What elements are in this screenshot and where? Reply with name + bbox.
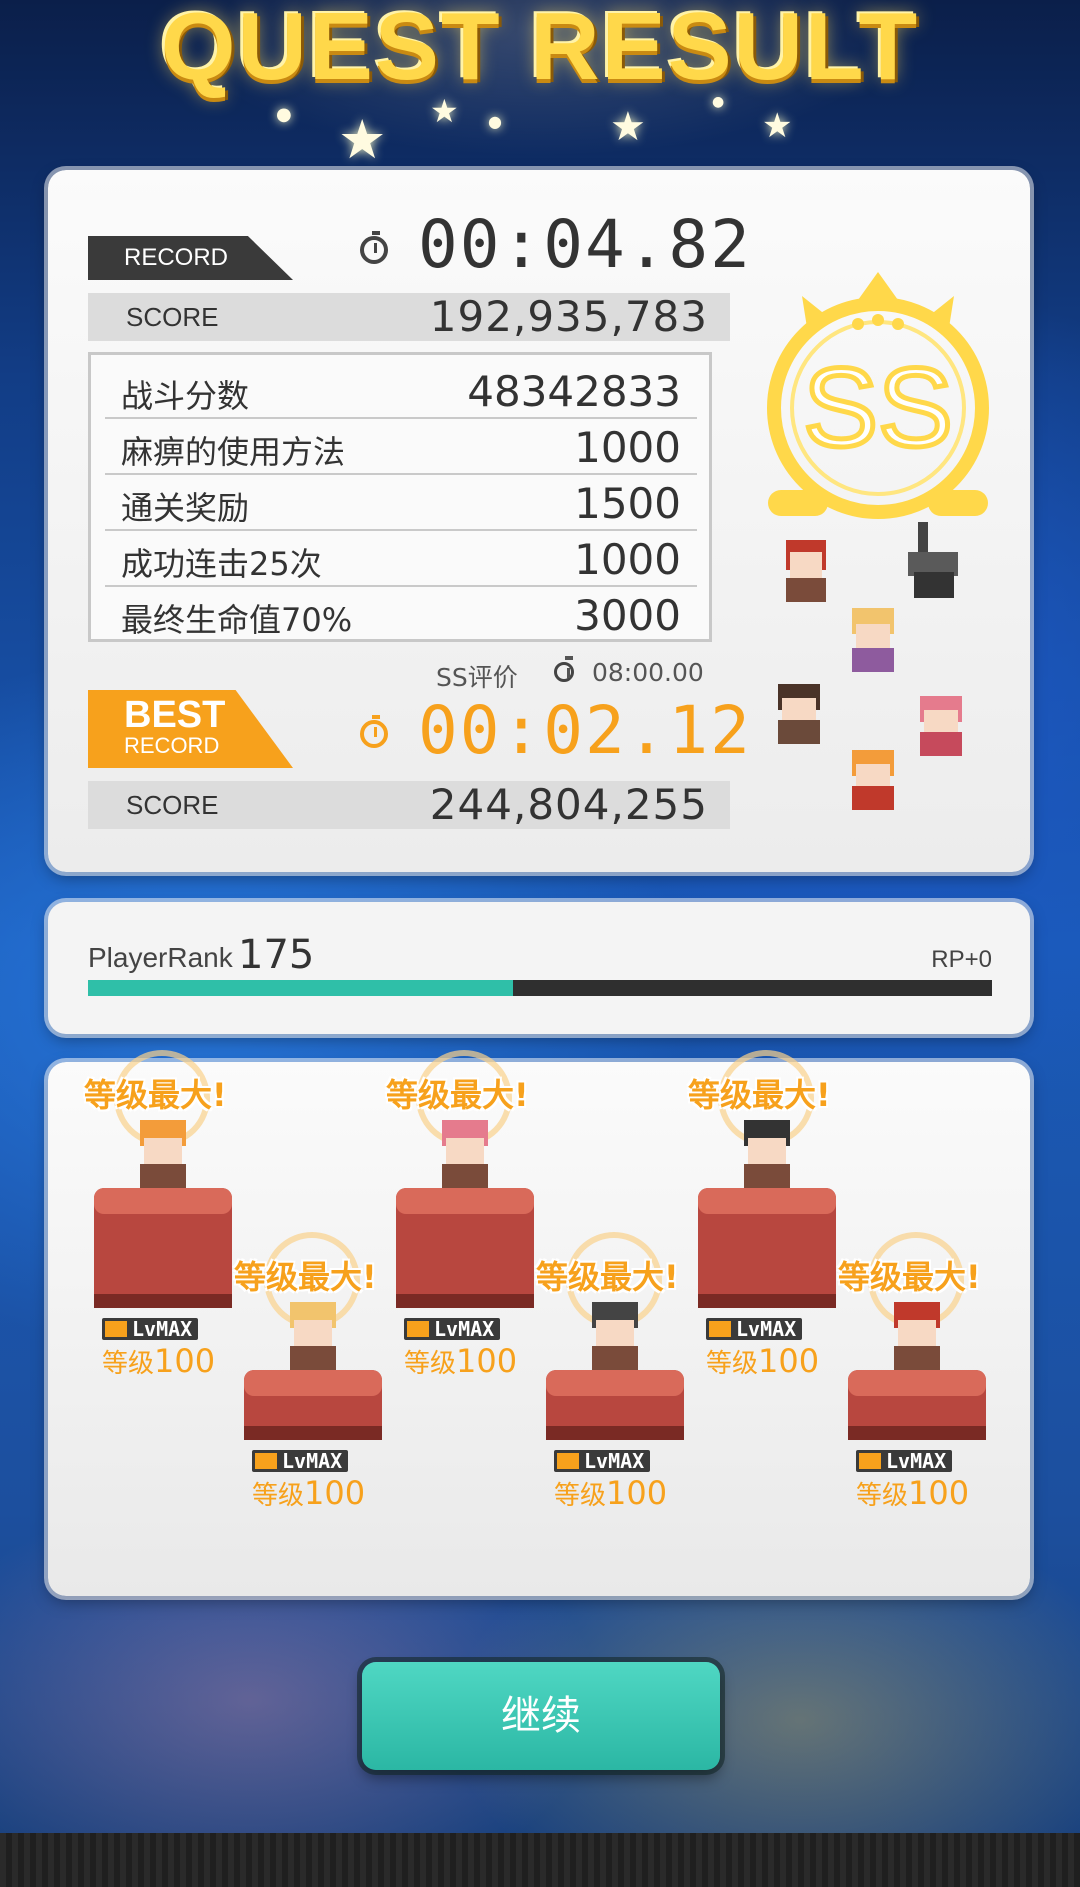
bonus-value: 1000 — [574, 535, 681, 584]
continue-button[interactable]: 继续 — [362, 1662, 720, 1770]
lvmax-badge: LvMAX — [554, 1450, 651, 1472]
record-time: 00:04.82 — [418, 206, 752, 283]
level-label: 等级 — [102, 1349, 155, 1379]
level-value: 100 — [154, 1342, 216, 1380]
player-rank-value: 175 — [238, 932, 315, 978]
bonus-value: 48342833 — [467, 367, 681, 416]
crown-icon — [858, 272, 898, 300]
record-score: 192,935,783 — [429, 292, 708, 341]
ss-eval-label: SS评价 — [436, 663, 518, 692]
star-icon: ★ — [762, 106, 793, 146]
bonus-row: 最终生命值70% 3000 — [105, 585, 697, 641]
character-level: 等级100 — [102, 1342, 215, 1380]
lvmax-badge: LvMAX — [102, 1318, 199, 1340]
level-value: 100 — [606, 1474, 668, 1512]
lvmax-badge: LvMAX — [706, 1318, 803, 1340]
party-sprite-group — [778, 522, 962, 810]
character-level: 等级100 — [706, 1342, 819, 1380]
rank-progress-fill — [88, 980, 513, 996]
character-sprite — [778, 684, 820, 744]
bonus-value: 1500 — [574, 479, 681, 528]
stopwatch-icon — [360, 231, 388, 264]
character-on-pedestal — [94, 1120, 232, 1308]
lvmax-badge: LvMAX — [252, 1450, 349, 1472]
level-max-label: 等级最大! — [536, 1258, 679, 1296]
character-level: 等级100 — [554, 1474, 667, 1512]
star-icon: ★ — [430, 92, 459, 130]
score-label: SCORE — [126, 302, 219, 332]
stopwatch-icon — [360, 715, 388, 748]
level-value: 100 — [456, 1342, 518, 1380]
character-on-pedestal — [396, 1120, 534, 1308]
level-label: 等级 — [706, 1349, 759, 1379]
level-max-label: 等级最大! — [838, 1258, 981, 1296]
bonus-label: 通关奖励 — [121, 489, 250, 527]
level-value: 100 — [304, 1474, 366, 1512]
best-time: 00:02.12 — [418, 692, 752, 769]
bonus-value: 1000 — [574, 423, 681, 472]
level-max-label: 等级最大! — [84, 1076, 227, 1114]
bonus-row: 通关奖励 1500 — [105, 473, 697, 531]
sparkle-icon: ● — [712, 94, 725, 110]
character-level: 等级100 — [404, 1342, 517, 1380]
level-max-label: 等级最大! — [234, 1258, 377, 1296]
level-max-label: 等级最大! — [386, 1076, 529, 1114]
lvmax-badge: LvMAX — [856, 1450, 953, 1472]
bonus-table: 战斗分数 48342833 麻痹的使用方法 1000 通关奖励 1500 成功连… — [88, 352, 712, 642]
star-icon: ★ — [338, 108, 387, 171]
bonus-row: 战斗分数 48342833 — [105, 361, 697, 419]
bonus-row: 麻痹的使用方法 1000 — [105, 417, 697, 475]
level-value: 100 — [758, 1342, 820, 1380]
character-on-pedestal — [546, 1302, 684, 1440]
character-sprite — [908, 522, 958, 598]
ss-eval-time: 08:00.00 — [592, 658, 704, 687]
best-tag-line2: RECORD — [124, 733, 220, 758]
character-on-pedestal — [244, 1302, 382, 1440]
character-on-pedestal — [848, 1302, 986, 1440]
lvmax-badge: LvMAX — [404, 1318, 501, 1340]
character-level: 等级100 — [856, 1474, 969, 1512]
character-level: 等级100 — [252, 1474, 365, 1512]
character-sprite — [852, 608, 894, 672]
bonus-label: 最终生命值70% — [121, 601, 353, 639]
quest-result-title: QUEST RESULT — [160, 0, 920, 100]
level-label: 等级 — [252, 1481, 305, 1511]
bonus-label: 成功连击25次 — [121, 545, 322, 583]
star-icon: ★ — [610, 104, 646, 150]
bonus-label: 麻痹的使用方法 — [121, 433, 346, 471]
character-on-pedestal — [698, 1120, 836, 1308]
level-value: 100 — [908, 1474, 970, 1512]
sparkle-icon: ● — [276, 104, 292, 125]
best-score: 244,804,255 — [429, 780, 708, 829]
character-sprite — [920, 696, 962, 756]
bonus-value: 3000 — [574, 591, 681, 640]
rank-progress-bar — [88, 980, 992, 996]
rank-letter: SS — [803, 345, 952, 470]
rank-badge: SS — [767, 272, 989, 519]
character-sprite — [786, 540, 826, 602]
record-score-bar: SCORE 192,935,783 — [88, 293, 730, 341]
level-label: 等级 — [856, 1481, 909, 1511]
level-label: 等级 — [404, 1349, 457, 1379]
level-max-label: 等级最大! — [688, 1076, 831, 1114]
bonus-label: 战斗分数 — [121, 377, 250, 415]
bonus-row: 成功连击25次 1000 — [105, 529, 697, 587]
player-rank-label: PlayerRank — [88, 942, 233, 973]
character-sprite — [852, 750, 894, 810]
level-label: 等级 — [554, 1481, 607, 1511]
bottom-nav-bar — [0, 1833, 1080, 1887]
rp-gain: RP+0 — [931, 946, 992, 973]
stopwatch-icon — [554, 656, 574, 682]
score-label: SCORE — [126, 790, 219, 820]
sparkle-icon: ● — [488, 112, 502, 131]
best-score-bar: SCORE 244,804,255 — [88, 781, 730, 829]
